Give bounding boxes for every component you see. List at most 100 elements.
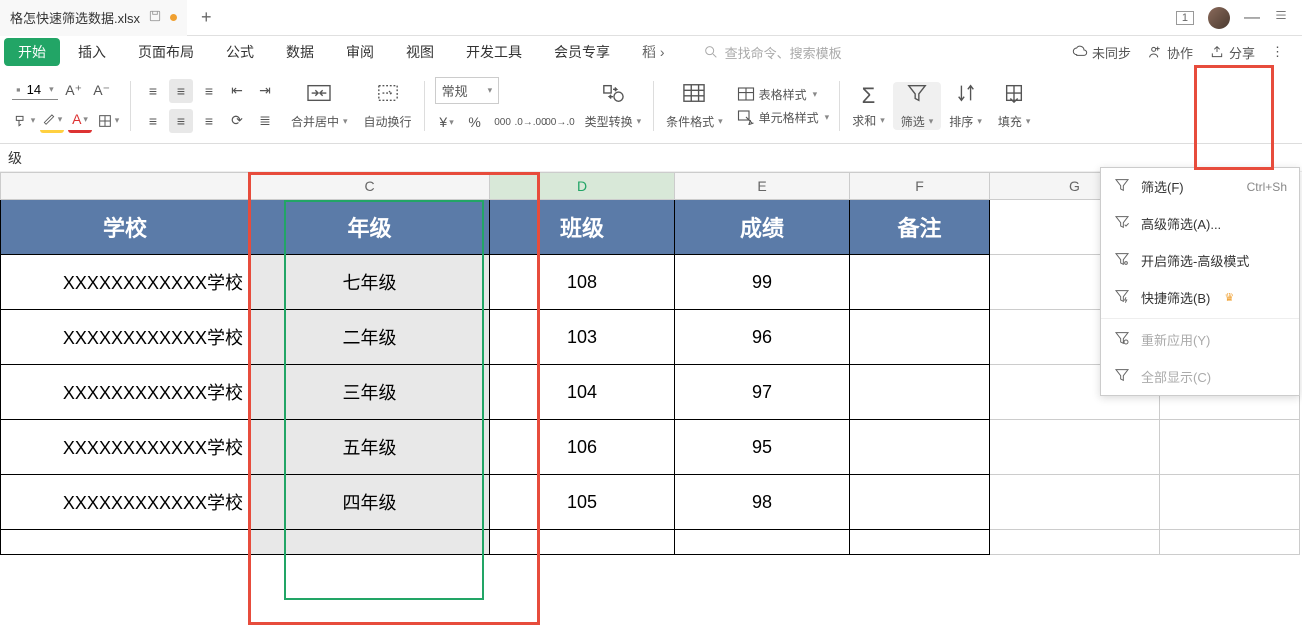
sync-button[interactable]: 未同步 xyxy=(1072,43,1131,62)
cell-score[interactable]: 99 xyxy=(675,255,850,310)
cell-note[interactable] xyxy=(850,420,990,475)
align-left-button[interactable]: ≡ xyxy=(141,109,165,133)
filter-button[interactable]: 筛选▾ xyxy=(893,82,942,130)
number-format-select[interactable]: 常规▾ xyxy=(435,77,500,104)
cell-class[interactable]: 105 xyxy=(490,475,675,530)
header-class[interactable]: 班级 xyxy=(490,200,675,255)
cell-empty[interactable] xyxy=(850,530,990,555)
distribute-button[interactable]: ≣ xyxy=(253,109,277,133)
merge-center-button[interactable]: 合并居中▾ xyxy=(283,82,356,130)
sum-button[interactable]: Σ 求和▾ xyxy=(844,83,893,129)
align-right-button[interactable]: ≡ xyxy=(197,109,221,133)
table-style-button[interactable]: 表格样式▾ xyxy=(737,86,830,103)
dropdown-quick-filter[interactable]: 快捷筛选(B) ♛ xyxy=(1101,279,1299,316)
orientation-button[interactable]: ⟳ xyxy=(225,109,249,133)
font-color-button[interactable]: A▾ xyxy=(68,109,92,133)
header-score[interactable]: 成绩 xyxy=(675,200,850,255)
format-painter-button[interactable]: ▾ xyxy=(12,109,36,133)
font-size-input[interactable]: ▪ 14 ▾ xyxy=(12,82,58,100)
col-header-d[interactable]: D xyxy=(490,172,675,200)
search-box[interactable]: 查找命令、搜索模板 xyxy=(703,43,842,62)
menu-insert[interactable]: 插入 xyxy=(64,38,120,66)
menu-data[interactable]: 数据 xyxy=(272,38,328,66)
window-number[interactable]: 1 xyxy=(1176,11,1194,25)
col-header-e[interactable]: E xyxy=(675,172,850,200)
dropdown-filter[interactable]: 筛选(F) Ctrl+Sh xyxy=(1101,168,1299,205)
minimize-button[interactable]: — xyxy=(1244,9,1260,27)
cell-score[interactable]: 95 xyxy=(675,420,850,475)
cell-note[interactable] xyxy=(850,255,990,310)
header-grade[interactable]: 年级 xyxy=(250,200,490,255)
save-icon[interactable] xyxy=(148,9,162,26)
percent-button[interactable]: % xyxy=(463,110,487,134)
menu-review[interactable]: 审阅 xyxy=(332,38,388,66)
autowrap-button[interactable]: 自动换行 xyxy=(356,82,420,130)
cell-empty[interactable] xyxy=(490,530,675,555)
cell-empty[interactable] xyxy=(675,530,850,555)
cell-empty[interactable] xyxy=(990,530,1160,555)
cond-format-button[interactable]: 条件格式▾ xyxy=(658,82,731,130)
menu-formula[interactable]: 公式 xyxy=(212,38,268,66)
header-school[interactable]: 学校 xyxy=(0,200,250,255)
col-header-left[interactable] xyxy=(0,172,250,200)
menu-layout[interactable]: 页面布局 xyxy=(124,38,208,66)
increase-indent-button[interactable]: ⇥ xyxy=(253,79,277,103)
cell-grade[interactable]: 七年级 xyxy=(250,255,490,310)
share-button[interactable]: 分享 xyxy=(1209,43,1255,62)
align-middle-button[interactable]: ≡ xyxy=(169,79,193,103)
cell-score[interactable]: 97 xyxy=(675,365,850,420)
cell-class[interactable]: 106 xyxy=(490,420,675,475)
cell-note[interactable] xyxy=(850,365,990,420)
currency-button[interactable]: ¥▾ xyxy=(435,110,459,134)
cell-style-button[interactable]: 单元格样式▾ xyxy=(737,109,830,126)
cell-score[interactable]: 96 xyxy=(675,310,850,365)
sort-button[interactable]: 排序▾ xyxy=(941,82,990,130)
increase-decimal-button[interactable]: .0→.00 xyxy=(519,110,543,134)
decrease-indent-button[interactable]: ⇤ xyxy=(225,79,249,103)
cell-empty[interactable] xyxy=(990,475,1160,530)
cell-class[interactable]: 103 xyxy=(490,310,675,365)
col-header-f[interactable]: F xyxy=(850,172,990,200)
cell-empty[interactable] xyxy=(1160,475,1300,530)
cell-empty[interactable] xyxy=(250,530,490,555)
cell-score[interactable]: 98 xyxy=(675,475,850,530)
cell-grade[interactable]: 五年级 xyxy=(250,420,490,475)
border-button[interactable]: ▾ xyxy=(96,109,120,133)
decrease-decimal-button[interactable]: .00→.0 xyxy=(547,110,571,134)
cell-empty[interactable] xyxy=(990,420,1160,475)
collab-button[interactable]: 协作 xyxy=(1147,43,1193,62)
more-button[interactable] xyxy=(1274,8,1288,27)
align-top-button[interactable]: ≡ xyxy=(141,79,165,103)
thousands-button[interactable]: 000 xyxy=(491,110,515,134)
cell-empty[interactable] xyxy=(0,530,250,555)
menu-view[interactable]: 视图 xyxy=(392,38,448,66)
type-convert-button[interactable]: 类型转换▾ xyxy=(577,82,650,130)
more-menu[interactable]: ⋮ xyxy=(1271,44,1284,60)
dropdown-adv-filter[interactable]: 高级筛选(A)... xyxy=(1101,205,1299,242)
avatar[interactable] xyxy=(1208,7,1230,29)
highlight-button[interactable]: ▾ xyxy=(40,109,64,133)
menu-more[interactable]: 稻 › xyxy=(628,38,679,66)
decrease-font-button[interactable]: A⁻ xyxy=(90,79,114,103)
cell-grade[interactable]: 三年级 xyxy=(250,365,490,420)
cell-class[interactable]: 108 xyxy=(490,255,675,310)
col-header-c[interactable]: C xyxy=(250,172,490,200)
align-bottom-button[interactable]: ≡ xyxy=(197,79,221,103)
increase-font-button[interactable]: A⁺ xyxy=(62,79,86,103)
cell-grade[interactable]: 二年级 xyxy=(250,310,490,365)
menu-member[interactable]: 会员专享 xyxy=(540,38,624,66)
menu-start[interactable]: 开始 xyxy=(4,38,60,66)
cell-empty[interactable] xyxy=(1160,530,1300,555)
menu-dev[interactable]: 开发工具 xyxy=(452,38,536,66)
cell-school[interactable]: XXXXXXXXXXXX学校 xyxy=(0,475,250,530)
dropdown-enable-adv[interactable]: 开启筛选-高级模式 xyxy=(1101,242,1299,279)
align-center-button[interactable]: ≡ xyxy=(169,109,193,133)
cell-school[interactable]: XXXXXXXXXXXX学校 xyxy=(0,365,250,420)
new-tab-button[interactable]: + xyxy=(201,7,212,28)
cell-grade[interactable]: 四年级 xyxy=(250,475,490,530)
cell-note[interactable] xyxy=(850,310,990,365)
header-note[interactable]: 备注 xyxy=(850,200,990,255)
cell-school[interactable]: XXXXXXXXXXXX学校 xyxy=(0,255,250,310)
cell-class[interactable]: 104 xyxy=(490,365,675,420)
cell-empty[interactable] xyxy=(1160,420,1300,475)
